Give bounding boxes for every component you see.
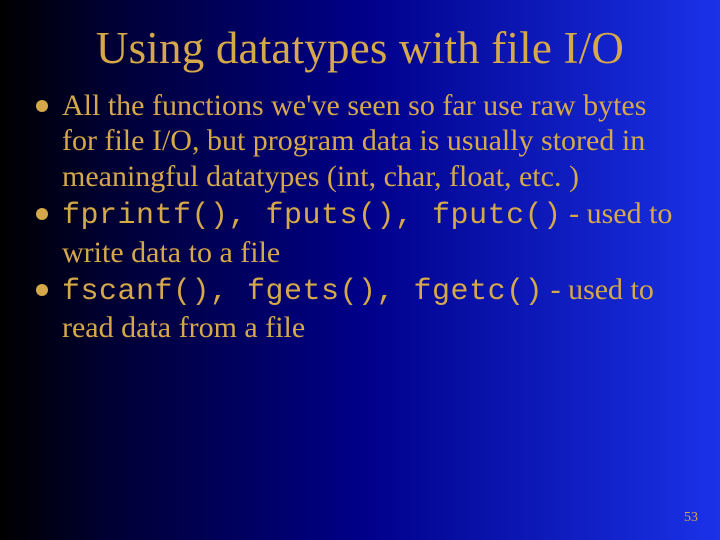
bullet-icon [36, 208, 48, 220]
bullet-code: fscanf(), fgets(), fgetc() [62, 275, 543, 309]
bullet-code: fprintf(), fputs(), fputc() [62, 199, 562, 233]
bullet-item: fprintf(), fputs(), fputc() - used to wr… [62, 196, 680, 270]
bullet-icon [36, 100, 48, 112]
slide-body: All the functions we've seen so far use … [0, 88, 720, 346]
bullet-item: All the functions we've seen so far use … [62, 88, 680, 194]
slide-title: Using datatypes with file I/O [0, 0, 720, 88]
bullet-icon [36, 284, 48, 296]
page-number: 53 [684, 510, 698, 526]
bullet-item: fscanf(), fgets(), fgetc() - used to rea… [62, 272, 680, 346]
bullet-text: All the functions we've seen so far use … [62, 89, 646, 193]
